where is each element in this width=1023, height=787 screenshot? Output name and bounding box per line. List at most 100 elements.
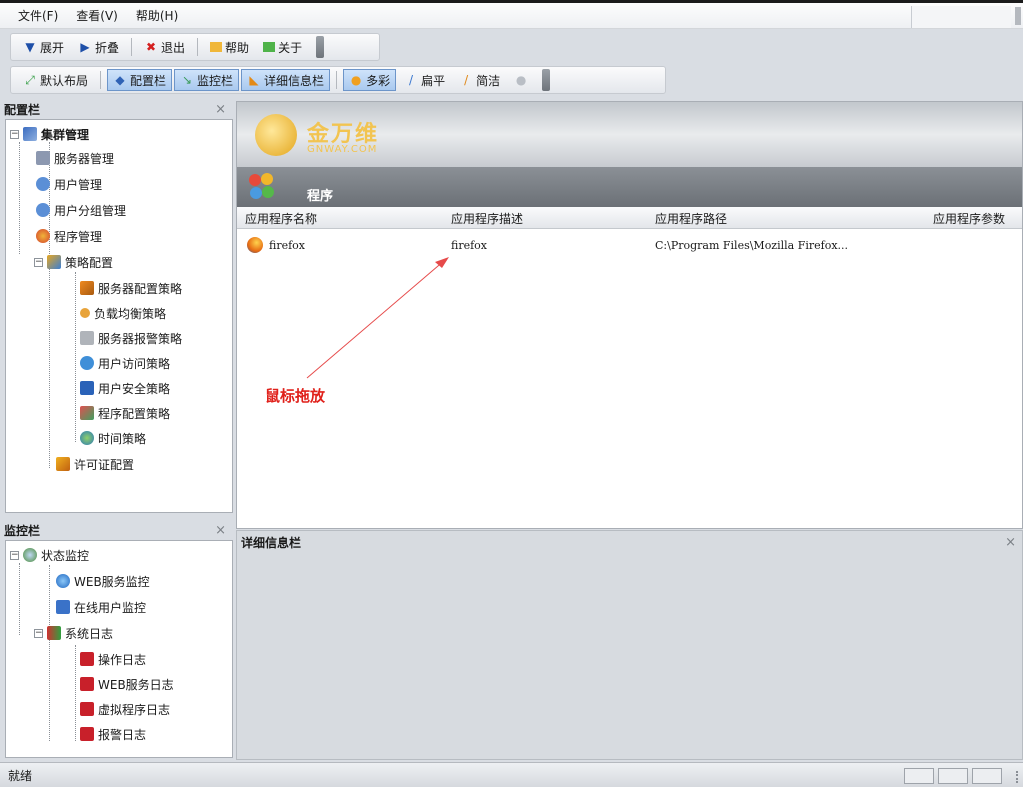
default-layout-label: 默认布局 [40, 73, 89, 88]
log-book-icon [80, 677, 94, 691]
tree-label: 程序管理 [54, 229, 103, 244]
menubar-grip[interactable] [1015, 7, 1021, 25]
tree-node-web-log[interactable]: WEB服务日志 [80, 674, 174, 694]
monitor-panel-title-text: 监控栏 [4, 523, 41, 538]
monitor-bar-label: 监控栏 [197, 73, 234, 88]
server-icon [36, 151, 50, 165]
main-toolbar: ▼ 展开 ▶ 折叠 ✖ 退出 帮助 关于 [10, 33, 380, 61]
collapse-icon[interactable]: − [10, 129, 19, 139]
config-icon: ◆ [115, 73, 125, 87]
monitor-tree: − 状态监控 WEB服务监控 在线用户监控 − 系统日志 操作日志 WEB服务日… [5, 540, 233, 758]
access-icon [80, 356, 94, 370]
tree-node-policy-program[interactable]: 程序配置策略 [80, 403, 170, 423]
tree-node-policy-loadbalance[interactable]: 负载均衡策略 [80, 303, 166, 323]
triangle-down-icon: ▼ [25, 40, 35, 54]
collapse-icon[interactable]: − [10, 550, 19, 560]
drag-arrow [306, 257, 449, 379]
tree-label: 策略配置 [65, 255, 114, 270]
tree-node-license[interactable]: 许可证配置 [56, 454, 134, 474]
tree-node-alarm-log[interactable]: 报警日志 [80, 724, 146, 744]
tree-node-policy-time[interactable]: 时间策略 [80, 428, 146, 448]
column-header-name[interactable]: 应用程序名称 [245, 210, 317, 227]
detail-panel-close-icon[interactable]: × [1005, 535, 1016, 550]
section-title: 程序 [307, 189, 334, 204]
cluster-icon [23, 127, 37, 141]
config-panel-title-text: 配置栏 [4, 102, 41, 117]
tree-label: 用户安全策略 [98, 381, 171, 396]
menu-file[interactable]: 文件(F) [14, 5, 62, 26]
status-text: 就绪 [8, 768, 33, 783]
about-button[interactable]: 关于 [257, 36, 308, 58]
monitor-panel-close-icon[interactable]: × [215, 523, 226, 538]
tree-node-program-mgmt[interactable]: 程序管理 [36, 226, 102, 246]
toolbar-separator [197, 38, 199, 56]
globe-icon [56, 574, 70, 588]
tree-node-system-logs[interactable]: − 系统日志 [34, 623, 113, 643]
config-bar-toggle[interactable]: ◆ 配置栏 [107, 69, 173, 91]
config-bar-label: 配置栏 [130, 73, 167, 88]
magnifier-icon [23, 548, 37, 562]
tree-node-policy-security[interactable]: 用户安全策略 [80, 378, 170, 398]
tree-node-policy-access[interactable]: 用户访问策略 [80, 353, 170, 373]
column-header-params[interactable]: 应用程序参数 [933, 210, 1005, 227]
collapse-icon[interactable]: − [34, 628, 43, 638]
simple-theme-button[interactable]: / 简洁 [453, 69, 506, 91]
tree-node-operation-log[interactable]: 操作日志 [80, 649, 146, 669]
expand-button[interactable]: ▼ 展开 [17, 36, 70, 58]
tree-label: WEB服务日志 [98, 677, 174, 692]
toolbar-grip[interactable] [542, 69, 551, 91]
config-tree: − 集群管理 服务器管理 用户管理 用户分组管理 程序管理 − 策略配置 服务器… [5, 119, 233, 513]
tree-node-web-monitor[interactable]: WEB服务监控 [56, 571, 150, 591]
key-icon [56, 457, 70, 471]
monitor-bar-toggle[interactable]: ↘ 监控栏 [174, 69, 240, 91]
server-config-icon [80, 281, 94, 295]
detail-panel-title-text: 详细信息栏 [241, 535, 302, 550]
disabled-button[interactable]: ● [508, 69, 534, 91]
tree-label: 状态监控 [41, 548, 90, 563]
cell-path: C:\Program Files\Mozilla Firefox... [655, 239, 849, 252]
tree-node-user-mgmt[interactable]: 用户管理 [36, 174, 102, 194]
tree-node-policy-alarm[interactable]: 服务器报警策略 [80, 328, 182, 348]
alarm-icon [80, 331, 94, 345]
colorful-theme-button[interactable]: ● 多彩 [343, 69, 397, 91]
tree-node-online-users[interactable]: 在线用户监控 [56, 597, 146, 617]
column-header-path[interactable]: 应用程序路径 [655, 210, 727, 227]
brush-orange-icon: / [464, 73, 469, 87]
program-cubes-icon [249, 173, 274, 199]
tree-label: 在线用户监控 [74, 600, 147, 615]
config-panel-close-icon[interactable]: × [215, 102, 226, 117]
detail-bar-toggle[interactable]: ◣ 详细信息栏 [241, 69, 331, 91]
column-header-desc[interactable]: 应用程序描述 [451, 210, 523, 227]
menubar: 文件(F) 查看(V) 帮助(H) [0, 3, 1023, 29]
collapse-icon[interactable]: − [34, 257, 43, 267]
tree-label: 系统日志 [65, 626, 114, 641]
help-button[interactable]: 帮助 [204, 36, 255, 58]
tree-node-usergroup-mgmt[interactable]: 用户分组管理 [36, 200, 126, 220]
tree-label: 虚拟程序日志 [98, 702, 171, 717]
program-icon [36, 229, 50, 243]
detail-panel-title: 详细信息栏 × [237, 533, 1022, 551]
flat-theme-button[interactable]: / 扁平 [398, 69, 451, 91]
tree-node-status-monitor[interactable]: − 状态监控 [10, 545, 89, 565]
log-book-icon [80, 702, 94, 716]
tree-node-virtual-log[interactable]: 虚拟程序日志 [80, 699, 170, 719]
exit-button[interactable]: ✖ 退出 [138, 36, 191, 58]
toolbar-grip[interactable] [316, 36, 325, 58]
menu-help[interactable]: 帮助(H) [132, 5, 182, 26]
main-content: 金万维 GNWAY.COM 程序 应用程序名称 应用程序描述 应用程序路径 应用… [236, 101, 1023, 529]
resize-grip-icon[interactable] [1008, 771, 1018, 783]
tree-label: 用户分组管理 [54, 203, 127, 218]
statusbar: 就绪 [0, 762, 1023, 787]
about-book-icon [263, 42, 276, 52]
menu-view[interactable]: 查看(V) [72, 5, 122, 26]
colorful-label: 多彩 [366, 73, 391, 88]
loadbalance-icon [80, 308, 90, 318]
tree-node-cluster[interactable]: − 集群管理 [10, 124, 89, 144]
collapse-button[interactable]: ▶ 折叠 [72, 36, 125, 58]
tree-node-policy[interactable]: − 策略配置 [34, 252, 113, 272]
tree-label: 许可证配置 [74, 457, 135, 472]
default-layout-button[interactable]: ⤢ 默认布局 [17, 69, 94, 91]
tree-node-policy-server[interactable]: 服务器配置策略 [80, 278, 182, 298]
triangle-right-icon: ▶ [80, 40, 90, 54]
tree-node-server-mgmt[interactable]: 服务器管理 [36, 148, 114, 168]
